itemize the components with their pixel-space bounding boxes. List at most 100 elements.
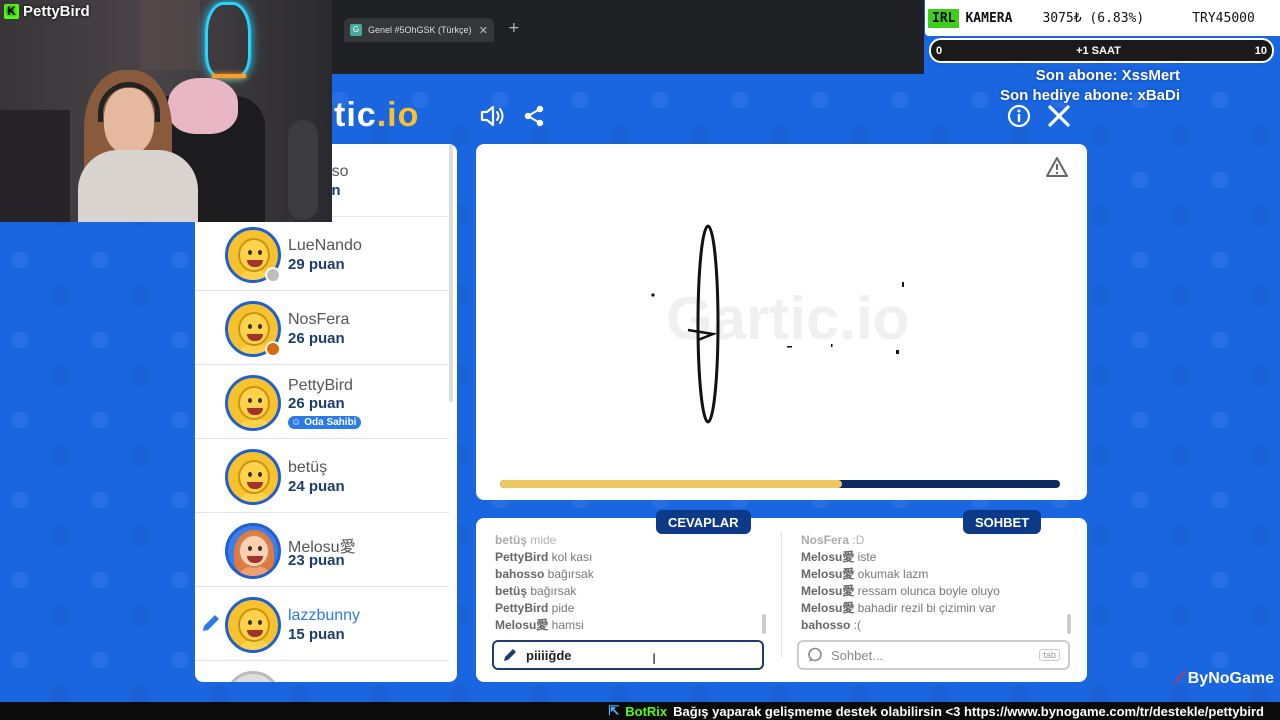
chat-input-placeholder: Sohbet... (831, 647, 884, 663)
bot-name: BotRix (625, 703, 668, 719)
webcam-shelf (140, 0, 200, 70)
report-warning-icon[interactable] (1045, 156, 1069, 182)
brand-name: ByNoGame (1187, 670, 1274, 687)
share-icon[interactable] (520, 102, 548, 130)
tab-title: Genel #5OhGSK (Türkçe) - Gartic (368, 25, 473, 35)
player-name: NosFera (288, 311, 350, 328)
browser-tab-bar: G Genel #5OhGSK (Türkçe) - Gartic ✕ + (332, 0, 924, 74)
drawing-pencil-icon (201, 613, 221, 637)
message-item: Melosu愛 okumak lazm (801, 566, 1071, 583)
drawing-canvas: Gartic.io (476, 144, 1087, 500)
footer-ticker: ⇱ BotRix Bağış yaparak gelişmeme destek … (608, 702, 1264, 720)
message-item: betüş mide (495, 532, 765, 549)
message-item: Melosu愛 bahadir rezil bi çizimin var (801, 600, 1071, 617)
subathon-progress: 0 +1 SAAT 10 (929, 38, 1274, 63)
message-item: NosFera :D (801, 532, 1071, 549)
chat-list: NosFera :D Melosu愛 iste Melosu愛 okumak laz… (801, 532, 1071, 634)
neon-bird-lamp (205, 2, 251, 78)
donation-goal-widget: IRL KAMERA 3075₺ (6.83%) TRY45000 (925, 0, 1280, 36)
tab-answers[interactable]: CEVAPLAR (656, 510, 751, 534)
message-user: PettyBird (495, 550, 549, 564)
message-user: NosFera (801, 533, 850, 547)
player-avatar (225, 375, 281, 431)
message-item: PettyBird kol kası (495, 549, 765, 566)
player-row[interactable]: NosFera 26 puan (195, 291, 449, 365)
player-avatar (225, 523, 281, 579)
message-text: :D (849, 533, 865, 547)
player-score: 26 puan (288, 395, 345, 412)
answers-list: betüş mide PettyBird kol kası bahosso bağı… (495, 532, 765, 634)
message-text: bağırsak (527, 584, 577, 598)
message-user: betüş (495, 533, 528, 547)
close-icon[interactable] (1045, 102, 1073, 130)
progress-max: 10 (1254, 44, 1267, 57)
kamera-label: KAMERA (965, 10, 1013, 26)
bynogame-logo: ⟋ ByNoGame (1175, 670, 1274, 688)
streamer-body (78, 150, 198, 222)
chat-bubble-icon (808, 647, 822, 662)
round-timer-fill (500, 480, 842, 488)
message-item: Melosu愛 ressam olunca boyle oluyo (801, 583, 1071, 600)
browser-tab[interactable]: G Genel #5OhGSK (Türkçe) - Gartic ✕ (344, 18, 494, 42)
tab-chat[interactable]: SOHBET (963, 510, 1042, 534)
message-text: :( (850, 618, 862, 632)
player-name: lazzbunny (288, 607, 361, 624)
player-name: PettyBird (288, 377, 353, 394)
player-avatar (225, 671, 281, 682)
message-text: hamsi (548, 618, 584, 632)
message-user: bahosso (801, 618, 851, 632)
player-row[interactable]: betüş 24 puan (195, 439, 449, 513)
message-text: kol kası (548, 550, 593, 564)
drawing-strokes (651, 224, 904, 424)
answers-scrollbar[interactable] (762, 614, 766, 634)
webcam-feed: K PettyBird (0, 0, 332, 222)
player-name: betüş (288, 459, 328, 476)
player-row[interactable]: PettyBird 26 puan ☺ Oda Sahibi (195, 365, 449, 439)
sound-icon[interactable] (479, 102, 507, 130)
message-item: PettyBird pide (495, 600, 765, 617)
message-user: bahosso (495, 567, 545, 581)
player-list-scrollbar[interactable] (449, 144, 453, 402)
player-avatar (225, 597, 281, 653)
info-icon[interactable] (1005, 102, 1033, 130)
message-item: bahosso bağırsak (495, 566, 765, 583)
message-user: betüş (495, 584, 528, 598)
player-score: 23 puan (288, 552, 345, 569)
webcam-guitar (288, 120, 318, 220)
kick-logo-icon: K (4, 4, 19, 19)
player-row[interactable]: Melosu愛 23 puan (195, 513, 449, 587)
player-row[interactable]: lazzbunny 15 puan (195, 587, 449, 661)
message-item: Melosu愛 hamsi (495, 617, 765, 634)
message-item: Melosu愛 iste (801, 549, 1071, 566)
message-text: pide (548, 601, 575, 615)
last-subscriber: Son abone: XssMert (1035, 67, 1180, 84)
message-text: iste (854, 550, 877, 564)
bynogame-mark-icon: ⟋ (1174, 670, 1186, 687)
tab-close-icon[interactable]: ✕ (479, 24, 488, 37)
botrix-icon: ⇱ (608, 703, 620, 718)
new-tab-icon[interactable]: + (508, 20, 520, 36)
chat-scrollbar[interactable] (1067, 614, 1071, 634)
channel-label: K PettyBird (4, 3, 90, 20)
tab-favicon-icon: G (350, 24, 362, 36)
player-status-dot (265, 341, 281, 357)
message-text: bahadir rezil bi çizimin var (854, 601, 996, 615)
message-text: okumak lazm (854, 567, 929, 581)
ticker-text: Bağış yaparak gelişmeme destek olabilirs… (673, 703, 1264, 719)
player-row[interactable] (195, 661, 449, 682)
smile-icon: ☺ (291, 417, 302, 428)
plush-toy (168, 78, 238, 134)
answer-input[interactable]: piiiiğde (492, 640, 764, 670)
message-user: Melosu愛 (801, 601, 855, 615)
neon-lamp-feet (212, 74, 246, 78)
answer-input-value: piiiiğde (526, 647, 572, 663)
gartic-logo: tic.io (334, 96, 420, 134)
chat-input[interactable]: Sohbet... tab (797, 640, 1070, 670)
last-gift-subscriber: Son hediye abone: xBaDi (999, 87, 1180, 104)
channel-name: PettyBird (23, 3, 90, 20)
player-name: LueNando (288, 237, 362, 254)
player-score: 26 puan (288, 330, 345, 347)
round-timer-bar (500, 480, 1060, 488)
player-row[interactable]: LueNando 29 puan (195, 217, 449, 291)
player-list: bahosso... puanLueNando29 puanNosFera26 … (195, 144, 457, 682)
